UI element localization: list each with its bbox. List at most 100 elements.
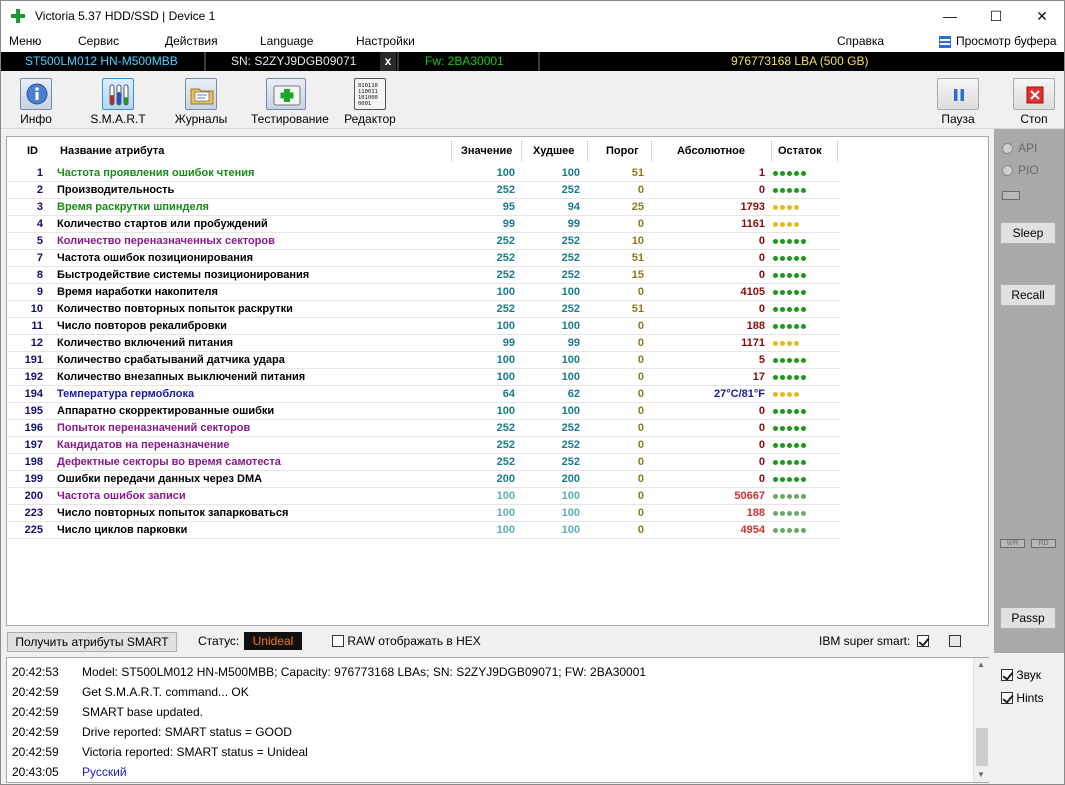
info-button[interactable]: Инфо [1, 75, 71, 127]
table-row[interactable]: 5 Количество переназначенных секторов 252 2… [7, 233, 839, 250]
raw-hex-checkbox[interactable]: RAW отображать в HEX [332, 634, 481, 648]
table-row[interactable]: 194 Температура гермоблока 64 62 0 27°C/81°F [7, 386, 839, 403]
logs-button[interactable]: Журналы [166, 75, 236, 127]
column-header-health[interactable]: Остаток [778, 145, 822, 157]
table-row[interactable]: 3 Время раскрутки шпинделя 95 94 25 1793 [7, 199, 839, 216]
buffer-view-button[interactable]: Просмотр буфера [956, 34, 1057, 48]
column-header-worst[interactable]: Худшее [533, 145, 574, 157]
menu-item-help[interactable]: Справка [837, 34, 884, 48]
smart-button[interactable]: S.M.A.R.T [83, 75, 153, 127]
hints-checkbox[interactable]: Hints [1001, 691, 1044, 705]
table-row[interactable]: 12 Количество включений питания 99 99 0 1171 [7, 335, 839, 352]
attribute-value: 252 [496, 235, 515, 247]
editor-button[interactable]: 010110 110011 101000 0001 Редактор [335, 75, 405, 127]
health-dot [773, 273, 778, 278]
table-row[interactable]: 199 Ошибки передачи данных через DMA 200 20… [7, 471, 839, 488]
table-row[interactable]: 223 Число повторных попыток запарковаться… [7, 505, 839, 522]
close-button[interactable]: ✕ [1019, 1, 1065, 31]
attribute-name: Количество внезапных выключений питания [57, 371, 306, 383]
table-row[interactable]: 197 Кандидатов на переназначение 252 252 0 0 [7, 437, 839, 454]
log-text: SMART base updated. [82, 705, 203, 719]
health-dots [773, 273, 808, 278]
health-dot [801, 324, 806, 329]
column-header-threshold[interactable]: Порог [606, 145, 639, 157]
menu-item-language[interactable]: Language [260, 34, 313, 48]
log-line: 20:42:53 Model: ST500LM012 HN-M500MBB; Ca… [12, 665, 646, 679]
table-row[interactable]: 8 Быстродействие системы позиционирования… [7, 267, 839, 284]
attribute-threshold: 10 [631, 235, 644, 247]
table-row[interactable]: 225 Число циклов парковки 100 100 0 4954 [7, 522, 839, 539]
health-dots [773, 239, 808, 244]
recall-button[interactable]: Recall [1000, 284, 1056, 306]
extra-checkbox[interactable] [949, 634, 961, 648]
health-dots [773, 477, 808, 482]
pause-button[interactable]: Пауза [923, 75, 993, 127]
menu-item-menu[interactable]: Меню [9, 34, 41, 48]
table-row[interactable]: 11 Число повторов рекалибровки 100 100 0 188 [7, 318, 839, 335]
column-header-value[interactable]: Значение [461, 145, 512, 157]
api-radio[interactable]: API [1002, 141, 1037, 155]
smart-tubes-icon [102, 78, 134, 110]
get-smart-button[interactable]: Получить атрибуты SMART [7, 632, 177, 652]
app-window: Victoria 5.37 HDD/SSD | Device 1 — ☐ ✕ М… [0, 0, 1065, 785]
maximize-button[interactable]: ☐ [973, 1, 1019, 31]
attribute-id: 196 [24, 422, 43, 434]
menu-item-settings[interactable]: Настройки [356, 34, 415, 48]
testing-button[interactable]: Тестирование [251, 75, 329, 127]
stop-button[interactable]: Стоп [999, 75, 1065, 127]
scroll-up-icon[interactable]: ▲ [977, 660, 985, 669]
table-row[interactable]: 195 Аппаратно скорректированные ошибки 100… [7, 403, 839, 420]
ibm-super-smart-checkbox[interactable] [917, 634, 929, 648]
column-header-id[interactable]: ID [27, 145, 38, 157]
passp-button[interactable]: Passp [1000, 607, 1056, 629]
table-row[interactable]: 198 Дефектные секторы во время самотеста 2… [7, 454, 839, 471]
health-dot [780, 324, 785, 329]
attribute-id: 5 [36, 235, 43, 247]
health-dot [787, 205, 792, 210]
table-row[interactable]: 7 Частота ошибок позиционирования 252 252 51… [7, 250, 839, 267]
health-dot [780, 273, 785, 278]
attribute-threshold: 0 [637, 524, 644, 536]
sound-checkbox[interactable]: Звук [1001, 668, 1041, 682]
health-dot [794, 273, 799, 278]
menu-item-service[interactable]: Сервис [78, 34, 119, 48]
column-header-name[interactable]: Название атрибута [60, 145, 164, 157]
table-row[interactable]: 192 Количество внезапных выключений питан… [7, 369, 839, 386]
health-dot [780, 426, 785, 431]
table-row[interactable]: 10 Количество повторных попыток раскрутки… [7, 301, 839, 318]
attribute-id: 7 [36, 252, 43, 264]
health-dot [780, 239, 785, 244]
table-row[interactable]: 1 Частота проявления ошибок чтения 100 100 5… [7, 165, 839, 182]
attribute-threshold: 0 [637, 490, 644, 502]
close-device-button[interactable]: x [380, 52, 396, 71]
table-row[interactable]: 9 Время наработки накопителя 100 100 0 4105 [7, 284, 839, 301]
table-row[interactable]: 2 Производительность 252 252 0 0 [7, 182, 839, 199]
health-dot [773, 358, 778, 363]
table-row[interactable]: 4 Количество стартов или пробуждений 99 99 0… [7, 216, 839, 233]
health-dot [773, 477, 778, 482]
log-scrollbar[interactable]: ▲ ▼ [973, 658, 989, 782]
attribute-name: Ошибки передачи данных через DMA [57, 473, 263, 485]
health-dot [801, 171, 806, 176]
attribute-name: Частота проявления ошибок чтения [57, 167, 255, 179]
attribute-threshold: 0 [637, 354, 644, 366]
testing-button-label: Тестирование [251, 112, 329, 126]
table-row[interactable]: 191 Количество срабатываний датчика удара… [7, 352, 839, 369]
pio-radio[interactable]: PIO [1002, 163, 1039, 177]
info-button-label: Инфо [20, 112, 52, 126]
health-dot [780, 205, 785, 210]
table-row[interactable]: 200 Частота ошибок записи 100 100 0 50667 [7, 488, 839, 505]
stop-button-label: Стоп [1020, 112, 1048, 126]
table-row[interactable]: 196 Попыток переназначений секторов 252 252… [7, 420, 839, 437]
scrollbar-thumb[interactable] [976, 728, 988, 766]
log-panel[interactable]: 20:42:53 Model: ST500LM012 HN-M500MBB; Ca… [6, 657, 989, 783]
menu-item-actions[interactable]: Действия [165, 34, 218, 48]
minimize-button[interactable]: — [927, 1, 973, 31]
scroll-down-icon[interactable]: ▼ [977, 770, 985, 779]
attribute-worst: 100 [561, 507, 580, 519]
sleep-button[interactable]: Sleep [1000, 222, 1056, 244]
device-model[interactable]: ST500LM012 HN-M500MBB [25, 52, 178, 71]
health-dot [773, 528, 778, 533]
column-header-raw[interactable]: Абсолютное [677, 145, 745, 157]
health-dots [773, 409, 808, 414]
